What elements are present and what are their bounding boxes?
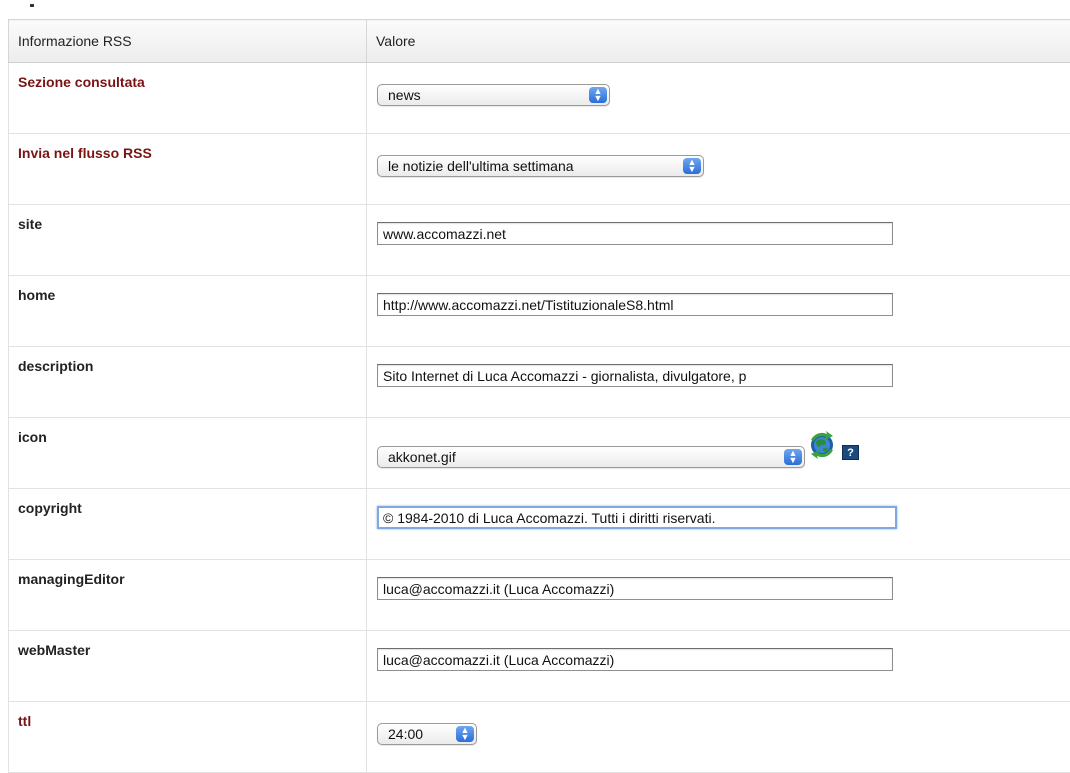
site-input[interactable]: www.accomazzi.net bbox=[377, 222, 893, 245]
table-row: managingEditor luca@accomazzi.it (Luca A… bbox=[9, 560, 1070, 631]
column-header-value: Valore bbox=[367, 20, 1070, 63]
row-value-cell: le notizie dell'ultima settimana ▲▼ bbox=[367, 134, 1070, 205]
icon-select[interactable]: akkonet.gif ▲▼ bbox=[377, 446, 805, 468]
row-label-ttl: ttl bbox=[9, 702, 367, 773]
table-row: Sezione consultata news ▲▼ bbox=[9, 63, 1070, 134]
select-arrows-icon: ▲▼ bbox=[589, 87, 607, 103]
row-value-cell: Sito Internet di Luca Accomazzi - giorna… bbox=[367, 347, 1070, 418]
row-label-invia-flusso: Invia nel flusso RSS bbox=[9, 134, 367, 205]
row-value-cell: http://www.accomazzi.net/TistituzionaleS… bbox=[367, 276, 1070, 347]
row-label-icon: icon bbox=[9, 418, 367, 489]
invia-flusso-select[interactable]: le notizie dell'ultima settimana ▲▼ bbox=[377, 155, 704, 177]
sezione-consultata-selected: news bbox=[388, 87, 421, 103]
select-arrows-icon: ▲▼ bbox=[683, 158, 701, 174]
managing-editor-input[interactable]: luca@accomazzi.it (Luca Accomazzi) bbox=[377, 577, 893, 600]
column-header-info: Informazione RSS bbox=[9, 20, 367, 63]
description-input[interactable]: Sito Internet di Luca Accomazzi - giorna… bbox=[377, 364, 893, 387]
row-label-sezione-consultata: Sezione consultata bbox=[9, 63, 367, 134]
refresh-globe-icon[interactable] bbox=[807, 430, 837, 460]
row-label-webmaster: webMaster bbox=[9, 631, 367, 702]
help-icon[interactable]: ? bbox=[842, 445, 859, 460]
row-value-cell: 24:00 ▲▼ bbox=[367, 702, 1070, 773]
table-row: icon akkonet.gif ▲▼ ? bbox=[9, 418, 1070, 489]
select-arrows-icon: ▲▼ bbox=[784, 449, 802, 465]
ttl-selected: 24:00 bbox=[388, 726, 423, 742]
home-input[interactable]: http://www.accomazzi.net/TistituzionaleS… bbox=[377, 293, 893, 316]
top-strip-mark bbox=[30, 4, 34, 7]
webmaster-input[interactable]: luca@accomazzi.it (Luca Accomazzi) bbox=[377, 648, 893, 671]
table-row: copyright © 1984-2010 di Luca Accomazzi.… bbox=[9, 489, 1070, 560]
row-value-cell: luca@accomazzi.it (Luca Accomazzi) bbox=[367, 631, 1070, 702]
table-row: webMaster luca@accomazzi.it (Luca Accoma… bbox=[9, 631, 1070, 702]
ttl-select[interactable]: 24:00 ▲▼ bbox=[377, 723, 477, 745]
row-label-home: home bbox=[9, 276, 367, 347]
table-header-row: Informazione RSS Valore bbox=[9, 20, 1070, 63]
table-row: site www.accomazzi.net bbox=[9, 205, 1070, 276]
row-value-cell: www.accomazzi.net bbox=[367, 205, 1070, 276]
row-label-managing-editor: managingEditor bbox=[9, 560, 367, 631]
table-row: description Sito Internet di Luca Accoma… bbox=[9, 347, 1070, 418]
table-row: Invia nel flusso RSS le notizie dell'ult… bbox=[9, 134, 1070, 205]
row-value-cell: akkonet.gif ▲▼ ? bbox=[367, 418, 1070, 489]
row-label-site: site bbox=[9, 205, 367, 276]
table-row: home http://www.accomazzi.net/Tistituzio… bbox=[9, 276, 1070, 347]
select-arrows-icon: ▲▼ bbox=[456, 726, 474, 742]
icon-selected: akkonet.gif bbox=[388, 449, 456, 465]
row-value-cell: news ▲▼ bbox=[367, 63, 1070, 134]
row-value-cell: © 1984-2010 di Luca Accomazzi. Tutti i d… bbox=[367, 489, 1070, 560]
copyright-input[interactable]: © 1984-2010 di Luca Accomazzi. Tutti i d… bbox=[377, 506, 897, 529]
row-label-copyright: copyright bbox=[9, 489, 367, 560]
invia-flusso-selected: le notizie dell'ultima settimana bbox=[388, 158, 574, 174]
top-strip bbox=[0, 0, 1070, 20]
sezione-consultata-select[interactable]: news ▲▼ bbox=[377, 84, 610, 106]
row-label-description: description bbox=[9, 347, 367, 418]
table-row: ttl 24:00 ▲▼ bbox=[9, 702, 1070, 773]
rss-settings-table: Informazione RSS Valore Sezione consulta… bbox=[8, 19, 1070, 773]
row-value-cell: luca@accomazzi.it (Luca Accomazzi) bbox=[367, 560, 1070, 631]
